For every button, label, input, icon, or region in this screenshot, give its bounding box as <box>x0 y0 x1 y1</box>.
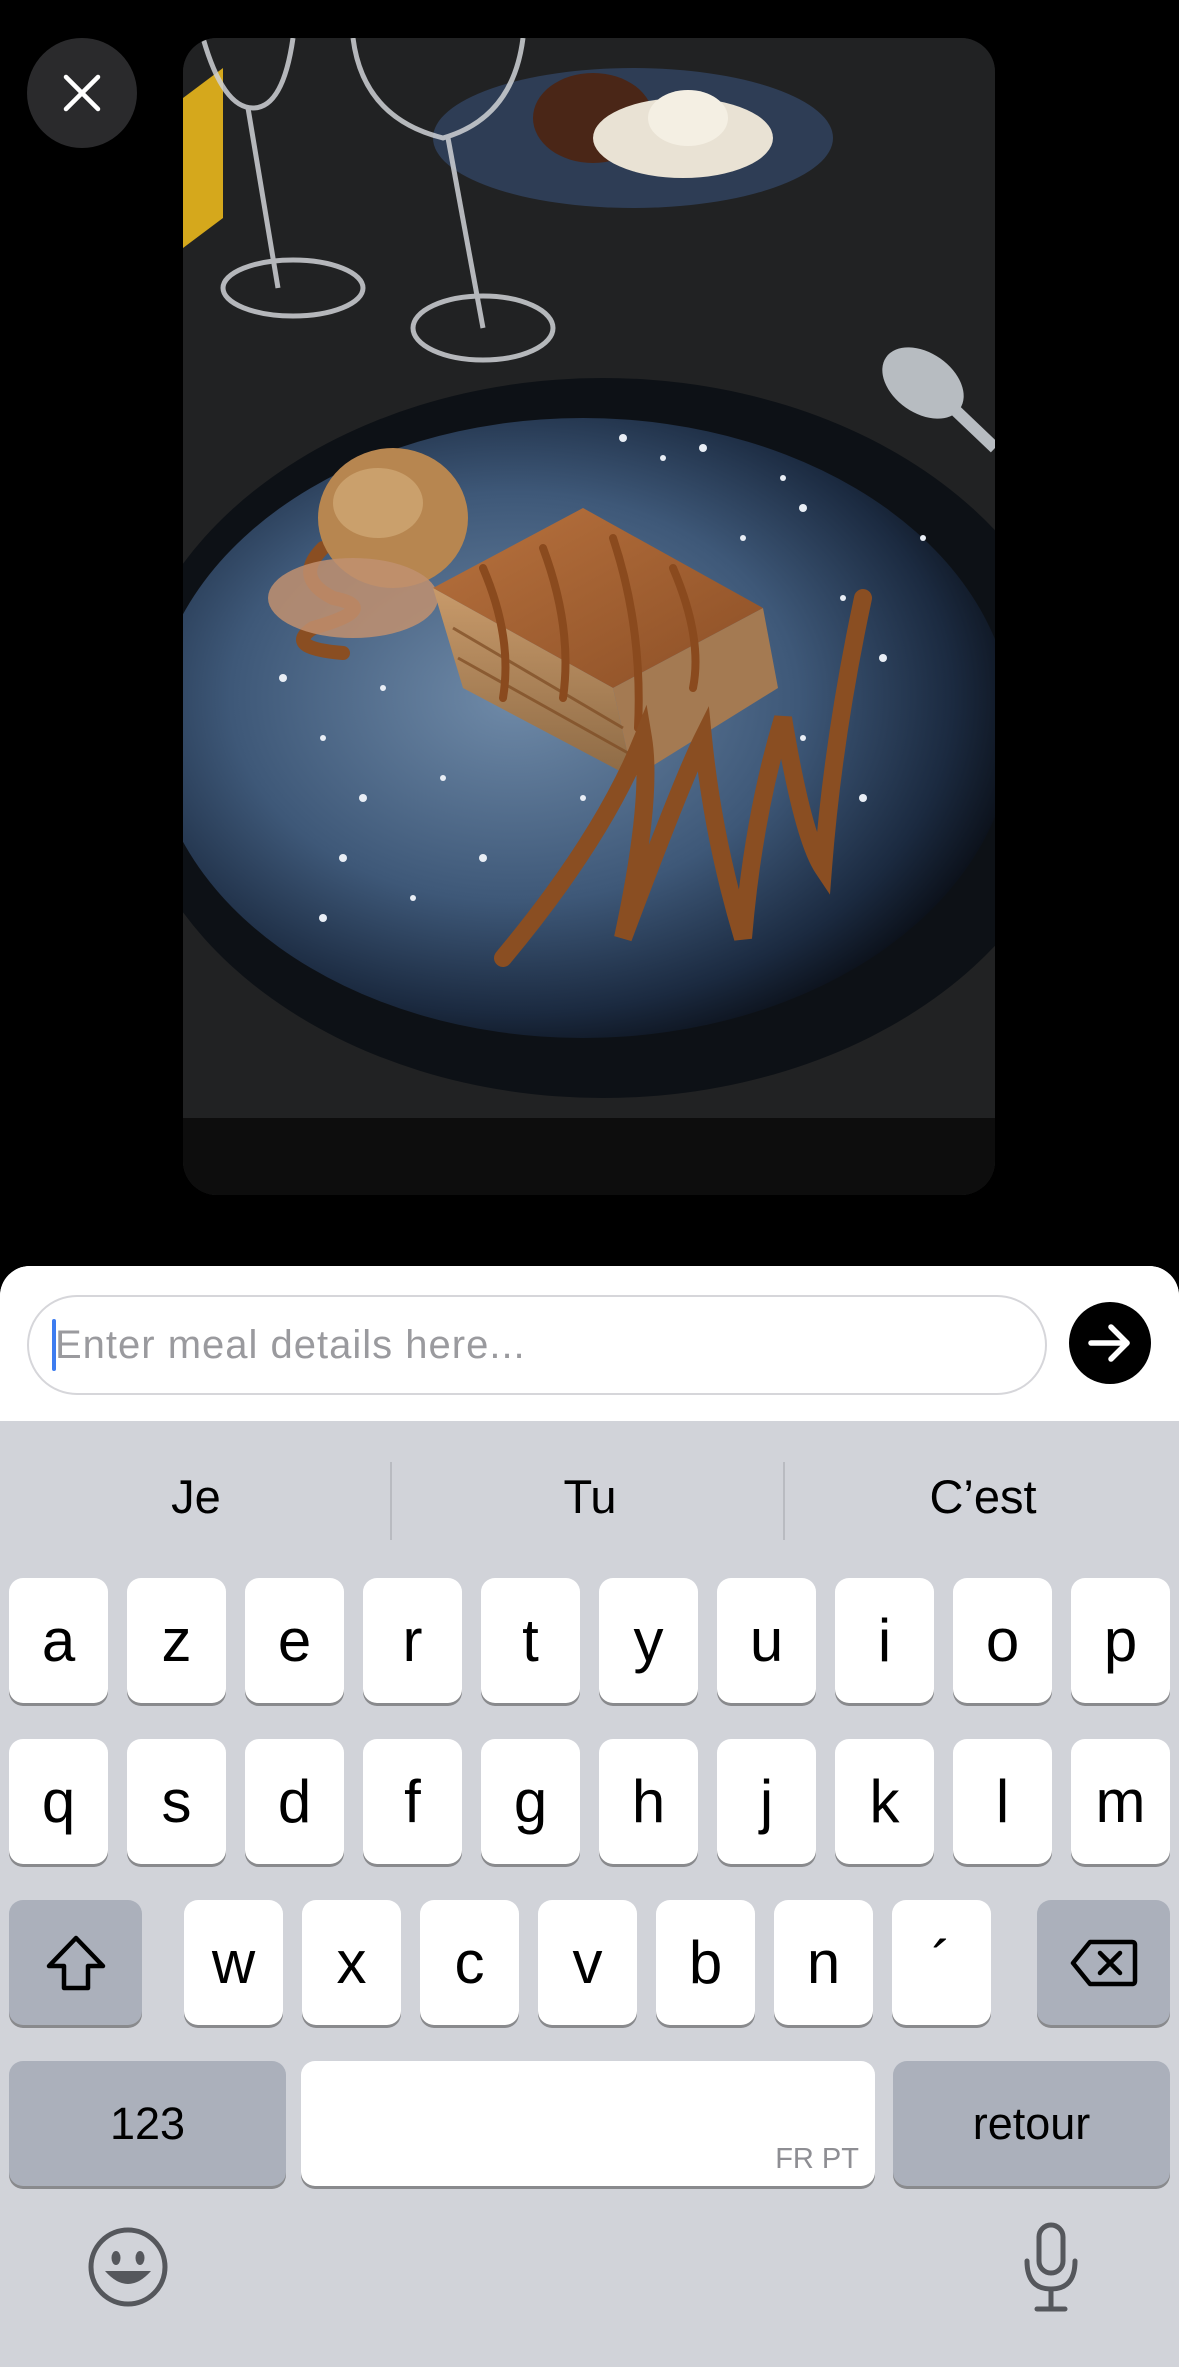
key-r[interactable]: r <box>363 1578 462 1703</box>
key-x[interactable]: x <box>302 1900 401 2025</box>
close-icon <box>63 74 101 112</box>
delete-icon <box>1070 1939 1137 1986</box>
emoji-button[interactable] <box>80 2219 176 2315</box>
key-p[interactable]: p <box>1071 1578 1170 1703</box>
key-y[interactable]: y <box>599 1578 698 1703</box>
key-a[interactable]: a <box>9 1578 108 1703</box>
key-t[interactable]: t <box>481 1578 580 1703</box>
space-key[interactable]: FR PT <box>301 2061 875 2186</box>
emoji-icon <box>88 2227 168 2307</box>
key-f[interactable]: f <box>363 1739 462 1864</box>
shift-icon <box>46 1935 105 1990</box>
key-acute-accent[interactable]: ´ <box>892 1900 991 2025</box>
key-d[interactable]: d <box>245 1739 344 1864</box>
key-m[interactable]: m <box>1071 1739 1170 1864</box>
key-q[interactable]: q <box>9 1739 108 1864</box>
key-z[interactable]: z <box>127 1578 226 1703</box>
suggestion-divider <box>783 1462 785 1540</box>
key-g[interactable]: g <box>481 1739 580 1864</box>
key-s[interactable]: s <box>127 1739 226 1864</box>
key-j[interactable]: j <box>717 1739 816 1864</box>
meal-details-input[interactable] <box>27 1295 1047 1395</box>
meal-photo <box>183 38 995 1195</box>
send-button[interactable] <box>1069 1302 1151 1384</box>
shift-key[interactable] <box>9 1900 142 2025</box>
key-n[interactable]: n <box>774 1900 873 2025</box>
input-row <box>0 1266 1179 1421</box>
key-c[interactable]: c <box>420 1900 519 2025</box>
suggestion-bar: Je Tu C’est <box>0 1421 1179 1571</box>
key-e[interactable]: e <box>245 1578 344 1703</box>
close-button[interactable] <box>27 38 137 148</box>
numbers-key[interactable]: 123 <box>9 2061 286 2186</box>
key-u[interactable]: u <box>717 1578 816 1703</box>
key-k[interactable]: k <box>835 1739 934 1864</box>
suggestion-je[interactable]: Je <box>0 1421 392 1571</box>
key-b[interactable]: b <box>656 1900 755 2025</box>
key-i[interactable]: i <box>835 1578 934 1703</box>
suggestion-divider <box>390 1462 392 1540</box>
photo-preview-area <box>0 0 1179 1268</box>
dictation-button[interactable] <box>1003 2219 1099 2315</box>
meal-entry-sheet: Je Tu C’est a z e r t y u i o p q s d f … <box>0 1266 1179 2367</box>
key-h[interactable]: h <box>599 1739 698 1864</box>
text-caret <box>52 1319 56 1371</box>
key-w[interactable]: w <box>184 1900 283 2025</box>
suggestion-cest[interactable]: C’est <box>787 1421 1179 1571</box>
return-key[interactable]: retour <box>893 2061 1170 2186</box>
key-o[interactable]: o <box>953 1578 1052 1703</box>
suggestion-tu[interactable]: Tu <box>394 1421 786 1571</box>
delete-key[interactable] <box>1037 1900 1170 2025</box>
key-l[interactable]: l <box>953 1739 1052 1864</box>
keyboard: Je Tu C’est a z e r t y u i o p q s d f … <box>0 1421 1179 2367</box>
key-v[interactable]: v <box>538 1900 637 2025</box>
arrow-right-icon <box>1088 1324 1130 1362</box>
microphone-icon <box>1024 2222 1078 2312</box>
space-language-label: FR PT <box>775 2143 859 2175</box>
